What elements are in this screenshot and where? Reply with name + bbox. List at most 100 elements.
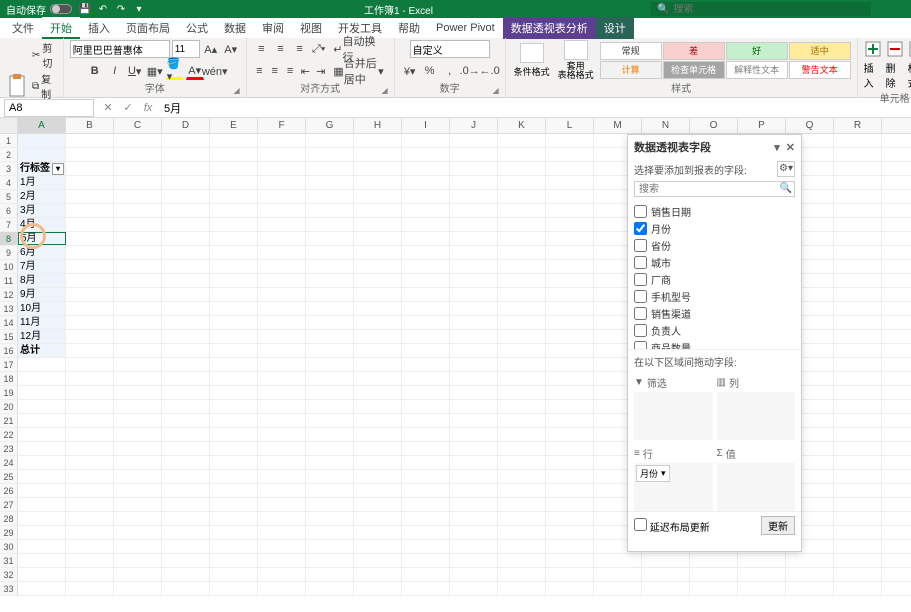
cell[interactable] [114, 554, 162, 567]
cell[interactable] [162, 512, 210, 525]
row-header[interactable]: 30 [0, 540, 18, 553]
cell[interactable] [18, 400, 66, 413]
cell[interactable] [498, 330, 546, 343]
cell[interactable] [66, 316, 114, 329]
cell[interactable] [66, 400, 114, 413]
cell[interactable] [258, 288, 306, 301]
cell[interactable] [258, 372, 306, 385]
cell[interactable] [498, 232, 546, 245]
field-checkbox[interactable] [634, 205, 647, 218]
cell[interactable] [354, 512, 402, 525]
cell[interactable] [258, 386, 306, 399]
cell[interactable] [306, 288, 354, 301]
cell[interactable] [162, 232, 210, 245]
cell[interactable] [546, 162, 594, 175]
cell[interactable] [162, 456, 210, 469]
increase-font-icon[interactable]: A▴ [202, 40, 220, 58]
cell[interactable] [258, 526, 306, 539]
cell[interactable] [354, 386, 402, 399]
cell[interactable] [498, 568, 546, 581]
cell[interactable] [66, 358, 114, 371]
cell[interactable] [354, 540, 402, 553]
cell[interactable] [258, 176, 306, 189]
tab-4[interactable]: 公式 [178, 17, 216, 39]
cell[interactable] [66, 568, 114, 581]
cell[interactable]: 1月 [18, 176, 66, 189]
cell[interactable] [498, 260, 546, 273]
field-item[interactable]: 销售日期 [634, 203, 795, 220]
field-item[interactable]: 厂商 [634, 271, 795, 288]
row-header[interactable]: 21 [0, 414, 18, 427]
row-header[interactable]: 27 [0, 498, 18, 511]
cell[interactable] [210, 204, 258, 217]
cell[interactable] [210, 246, 258, 259]
tab-3[interactable]: 页面布局 [118, 17, 178, 39]
cell[interactable] [162, 302, 210, 315]
save-icon[interactable]: 💾 [78, 2, 92, 16]
cell[interactable] [450, 442, 498, 455]
cell[interactable] [450, 204, 498, 217]
cell[interactable] [162, 316, 210, 329]
cell[interactable] [114, 148, 162, 161]
cell[interactable] [546, 246, 594, 259]
cell[interactable] [306, 246, 354, 259]
cell[interactable] [690, 554, 738, 567]
cell[interactable] [450, 540, 498, 553]
cell[interactable] [402, 148, 450, 161]
cell[interactable] [162, 414, 210, 427]
cell[interactable] [66, 162, 114, 175]
align-left-icon[interactable]: ≡ [253, 62, 266, 80]
cell[interactable] [498, 316, 546, 329]
cell[interactable] [450, 568, 498, 581]
tell-me-search[interactable]: 🔍 [651, 2, 871, 16]
cell[interactable] [402, 470, 450, 483]
cell[interactable] [546, 498, 594, 511]
cell[interactable] [402, 428, 450, 441]
cell[interactable]: 4月 [18, 218, 66, 231]
format-as-table-button[interactable]: 套用 表格格式 [556, 40, 596, 80]
cell[interactable] [450, 218, 498, 231]
cell[interactable] [834, 358, 882, 371]
cell[interactable] [402, 372, 450, 385]
col-header-R[interactable]: R [834, 118, 882, 133]
cell[interactable] [402, 302, 450, 315]
cell[interactable] [306, 190, 354, 203]
cell[interactable] [834, 428, 882, 441]
cell[interactable] [210, 358, 258, 371]
cell[interactable] [834, 484, 882, 497]
col-header-K[interactable]: K [498, 118, 546, 133]
cell[interactable] [450, 274, 498, 287]
cell-styles-gallery[interactable]: 常规差好适中计算检查单元格解释性文本警告文本 [600, 42, 851, 79]
row-header[interactable]: 7 [0, 218, 18, 231]
cell[interactable] [306, 498, 354, 511]
cell[interactable] [258, 218, 306, 231]
cell[interactable] [210, 512, 258, 525]
cell[interactable] [834, 568, 882, 581]
cell[interactable] [498, 218, 546, 231]
cell[interactable] [258, 456, 306, 469]
cell[interactable] [114, 568, 162, 581]
col-header-L[interactable]: L [546, 118, 594, 133]
cell[interactable] [306, 484, 354, 497]
cell[interactable] [834, 540, 882, 553]
cell[interactable] [834, 218, 882, 231]
cell[interactable] [354, 302, 402, 315]
cell[interactable] [306, 414, 354, 427]
field-item[interactable]: 负责人 [634, 322, 795, 339]
cell[interactable] [210, 582, 258, 595]
cell[interactable] [354, 274, 402, 287]
cell[interactable] [498, 372, 546, 385]
field-list[interactable]: 销售日期月份省份城市厂商手机型号销售渠道负责人商品数量金额销售金额更多表格... [628, 199, 801, 349]
cell[interactable] [498, 400, 546, 413]
cell[interactable] [402, 232, 450, 245]
cell[interactable] [114, 316, 162, 329]
cell[interactable] [354, 358, 402, 371]
align-middle-icon[interactable]: ≡ [272, 40, 289, 58]
cell[interactable] [18, 456, 66, 469]
cell[interactable] [354, 218, 402, 231]
cell[interactable] [66, 582, 114, 595]
tab-0[interactable]: 文件 [4, 17, 42, 39]
field-item[interactable]: 手机型号 [634, 288, 795, 305]
cell[interactable] [450, 134, 498, 147]
cell[interactable] [354, 232, 402, 245]
